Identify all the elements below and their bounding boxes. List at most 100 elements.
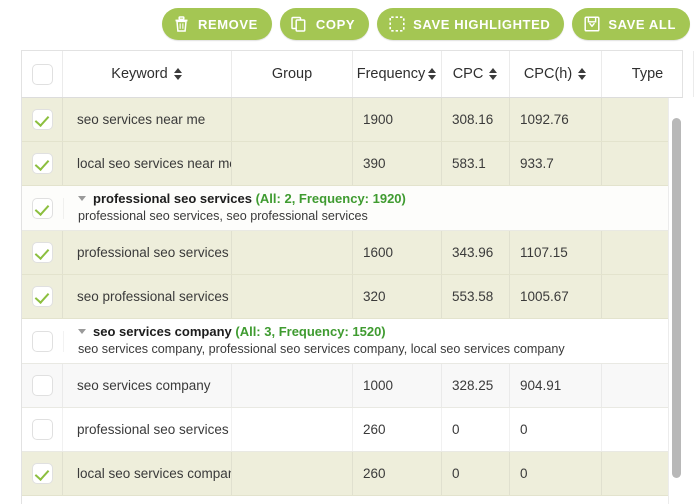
cell-keyword: seo services company <box>63 364 232 407</box>
group-row-select-cell <box>22 197 64 219</box>
column-header-keyword-label: Keyword <box>111 66 168 82</box>
cell-cpch: 904.91 <box>510 364 602 407</box>
cell-frequency: 1900 <box>353 98 442 141</box>
table-row[interactable]: local seo services company 260 0 0 <box>22 452 682 496</box>
cell-cpch: 1092.76 <box>510 98 602 141</box>
chevron-down-icon[interactable] <box>78 329 86 335</box>
cell-frequency: 260 <box>353 452 442 495</box>
column-header-type[interactable]: Type <box>602 51 694 97</box>
trash-icon <box>173 16 190 33</box>
column-header-frequency[interactable]: Frequency <box>353 51 442 97</box>
row-select-cell <box>22 231 63 274</box>
cell-frequency: 260 <box>353 408 442 451</box>
cell-cpc: 0 <box>442 408 510 451</box>
table-row[interactable]: professional seo services 1600 343.96 1107.… <box>22 231 682 275</box>
cell-cpch: 0 <box>510 452 602 495</box>
column-header-cpc[interactable]: CPC <box>442 51 510 97</box>
sort-cpc-icon[interactable] <box>489 67 498 81</box>
save-highlighted-button-label: SAVE HIGHLIGHTED <box>413 16 551 32</box>
cell-keyword: seo services near me <box>63 98 232 141</box>
row-select-cell <box>22 98 63 141</box>
row-select-cell <box>22 452 63 495</box>
cell-cpch: 1005.67 <box>510 275 602 318</box>
cell-group <box>232 98 353 141</box>
cell-frequency: 320 <box>353 275 442 318</box>
group-row-meta: (All: 2, Frequency: 1920) <box>255 191 406 206</box>
row-checkbox[interactable] <box>31 153 53 174</box>
row-select-cell <box>22 142 63 185</box>
group-row-title: professional seo services <box>93 191 256 206</box>
row-select-cell <box>22 364 63 407</box>
cell-frequency: 1000 <box>353 364 442 407</box>
cell-cpch: 0 <box>510 408 602 451</box>
cell-group <box>232 408 353 451</box>
group-row-members: professional seo services, seo professio… <box>78 209 368 224</box>
group-row-checkbox[interactable] <box>32 197 53 219</box>
table-row[interactable]: seo services company 1000 328.25 904.91 <box>22 364 682 408</box>
row-checkbox[interactable] <box>31 375 53 396</box>
save-all-button[interactable]: SAVE ALL <box>572 8 690 40</box>
sort-cpch-icon[interactable] <box>578 67 587 81</box>
vertical-scrollbar-thumb[interactable] <box>672 118 681 478</box>
table-row[interactable]: local seo services near me 390 583.1 933.7 <box>22 142 682 186</box>
group-row-members: seo services company, professional seo s… <box>78 342 565 357</box>
cell-cpch: 1107.15 <box>510 231 602 274</box>
column-header-type-label: Type <box>631 66 664 82</box>
cell-group <box>232 275 353 318</box>
table-row[interactable]: professional seo services company26000 <box>22 408 682 452</box>
column-header-group[interactable]: Group <box>232 51 353 97</box>
row-checkbox[interactable] <box>31 419 53 440</box>
select-all-header-cell <box>22 51 63 97</box>
cell-keyword: local seo services company <box>63 452 232 495</box>
group-row-checkbox[interactable] <box>32 330 53 352</box>
row-checkbox[interactable] <box>31 463 53 484</box>
cell-keyword: professional seo services company <box>63 408 232 451</box>
dashed-square-icon <box>388 16 405 33</box>
group-row[interactable]: seo services company (All: 3, Frequency:… <box>22 319 682 364</box>
chevron-down-icon[interactable] <box>78 196 86 202</box>
table-body: seo services near me 1900 308.16 1092.76 loc… <box>21 98 683 504</box>
table-row[interactable]: seo services near me 1900 308.16 1092.76 <box>22 98 682 142</box>
group-row-meta: (All: 3, Frequency: 1520) <box>235 324 386 339</box>
group-row[interactable]: professional seo services (All: 2, Frequ… <box>22 186 682 231</box>
column-header-cpch[interactable]: CPC(h) <box>510 51 602 97</box>
table-row[interactable]: seo professional services 320 553.58 1005.6… <box>22 275 682 319</box>
row-checkbox[interactable] <box>31 109 53 130</box>
cell-group <box>232 142 353 185</box>
select-all-checkbox[interactable] <box>31 63 53 85</box>
cell-group <box>232 364 353 407</box>
save-highlighted-button[interactable]: SAVE HIGHLIGHTED <box>377 8 565 40</box>
group-row-select-cell <box>22 330 64 352</box>
action-toolbar: REMOVE COPY SAVE HIGHLIGHTED SAVE ALL <box>0 8 700 40</box>
cell-group <box>232 452 353 495</box>
copy-button[interactable]: COPY <box>279 8 370 40</box>
group-row-title-line: seo services company (All: 3, Frequency:… <box>78 324 682 340</box>
cell-keyword: professional seo services <box>63 231 232 274</box>
cell-frequency: 390 <box>353 142 442 185</box>
vertical-scrollbar-track[interactable] <box>668 98 683 504</box>
keywords-table: Keyword Group Frequency CPC CPC(h) Type <box>21 50 694 504</box>
row-select-cell <box>22 275 63 318</box>
copy-icon <box>291 16 308 33</box>
cell-frequency: 1600 <box>353 231 442 274</box>
cell-keyword: seo professional services <box>63 275 232 318</box>
cell-cpch: 933.7 <box>510 142 602 185</box>
row-checkbox[interactable] <box>31 242 53 263</box>
cell-group <box>232 231 353 274</box>
sort-keyword-icon[interactable] <box>173 67 183 81</box>
column-header-frequency-label: Frequency <box>356 66 426 82</box>
group-row-content: seo services company (All: 3, Frequency:… <box>64 319 682 363</box>
cell-cpc: 553.58 <box>442 275 510 318</box>
table-header-row: Keyword Group Frequency CPC CPC(h) Type <box>21 50 694 98</box>
cell-keyword: local seo services near me <box>63 142 232 185</box>
save-all-button-label: SAVE ALL <box>608 16 676 32</box>
cell-cpc: 328.25 <box>442 364 510 407</box>
cell-cpc: 308.16 <box>442 98 510 141</box>
sort-frequency-icon[interactable] <box>428 67 437 81</box>
remove-button[interactable]: REMOVE <box>161 8 272 40</box>
group-row-title: seo services company <box>93 324 236 339</box>
column-header-keyword[interactable]: Keyword <box>63 51 232 97</box>
column-header-group-label: Group <box>271 66 313 82</box>
cell-cpc: 0 <box>442 452 510 495</box>
row-checkbox[interactable] <box>31 286 53 307</box>
